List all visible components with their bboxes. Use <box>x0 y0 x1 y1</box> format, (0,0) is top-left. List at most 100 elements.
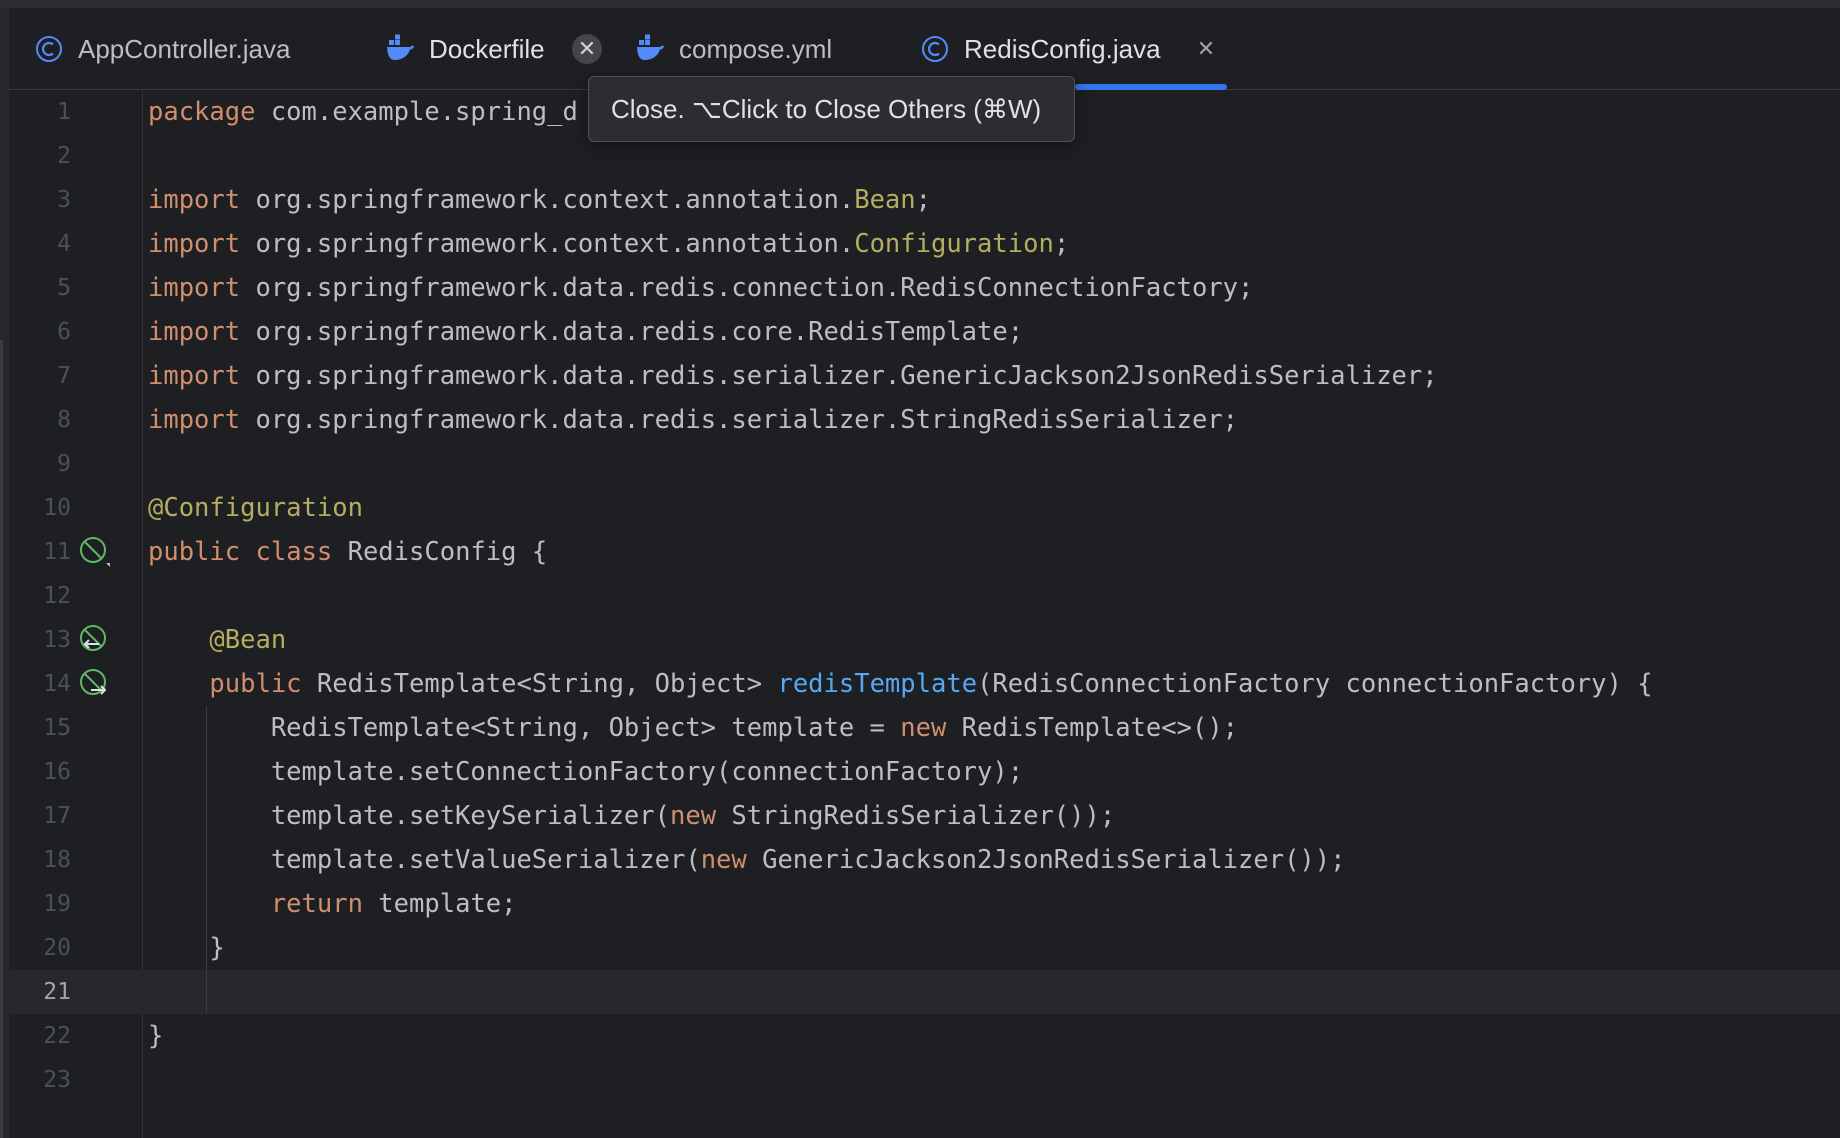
line-number: 1 <box>57 99 71 125</box>
code-line[interactable]: 10 @Configuration <box>9 486 1840 530</box>
code-line[interactable]: 14 public RedisTemplate<String, Object> … <box>9 662 1840 706</box>
spring-bean-left-icon[interactable] <box>79 624 113 658</box>
line-number: 5 <box>57 275 71 301</box>
code-token: new <box>669 801 717 831</box>
line-number: 13 <box>43 627 71 653</box>
code-token: template.setKeySerializer( <box>148 801 670 831</box>
code-line[interactable]: 19 return template; <box>9 882 1840 926</box>
code-text: public class RedisConfig { <box>148 530 547 574</box>
code-token: class <box>255 537 333 567</box>
tab-label: AppController.java <box>78 33 291 64</box>
line-number: 15 <box>43 715 71 741</box>
line-number: 8 <box>57 407 71 433</box>
code-line[interactable]: 17 template.setKeySerializer(new StringR… <box>9 794 1840 838</box>
java-class-icon <box>920 34 950 64</box>
line-number: 14 <box>43 671 71 697</box>
code-token: package <box>148 97 256 127</box>
tab-dockerfile[interactable]: Dockerfile ✕ <box>385 8 602 90</box>
code-token: import <box>148 229 241 259</box>
line-number: 7 <box>57 363 71 389</box>
code-line[interactable]: 5 import org.springframework.data.redis.c… <box>9 266 1840 310</box>
code-line[interactable]: 22} <box>9 1014 1840 1058</box>
line-number: 3 <box>57 187 71 213</box>
tab-label: Dockerfile <box>429 33 545 64</box>
code-line[interactable]: 6 import org.springframework.data.redis.c… <box>9 310 1840 354</box>
code-text: import org.springframework.data.redis.co… <box>148 266 1253 310</box>
code-token: template.setConnectionFactory(connection… <box>148 757 1024 787</box>
code-line[interactable]: 9 <box>9 442 1840 486</box>
close-tooltip: Close. ⌥Click to Close Others (⌘W) <box>588 76 1075 142</box>
code-token: RedisTemplate<>(); <box>946 713 1239 743</box>
code-token: org.springframework.context.annotation. <box>240 229 855 259</box>
close-tab-button[interactable]: ✕ <box>572 34 602 64</box>
java-class-icon <box>34 34 64 64</box>
code-text: template.setKeySerializer(new StringRedi… <box>148 794 1115 838</box>
code-line[interactable]: 13 @Bean <box>9 618 1840 662</box>
line-number: 22 <box>43 1023 71 1049</box>
code-text: template.setValueSerializer(new GenericJ… <box>148 838 1346 882</box>
code-token: StringRedisSerializer()); <box>716 801 1116 831</box>
code-token: org.springframework.data.redis.serialize… <box>240 405 1239 435</box>
code-line[interactable]: 4 import org.springframework.context.anno… <box>9 222 1840 266</box>
window-top-strip <box>0 0 1840 8</box>
code-token: Configuration <box>854 229 1054 259</box>
code-token: (RedisConnectionFactory connectionFactor… <box>977 669 1653 699</box>
spring-bean-right-icon[interactable] <box>79 668 113 702</box>
code-token: template.setValueSerializer( <box>148 845 701 875</box>
tab-label: RedisConfig.java <box>964 33 1161 64</box>
line-number: 20 <box>43 935 71 961</box>
code-line[interactable]: 15 RedisTemplate<String, Object> templat… <box>9 706 1840 750</box>
code-token: ; <box>915 185 931 215</box>
code-token: redisTemplate <box>777 669 978 699</box>
code-line[interactable]: 20 } <box>9 926 1840 970</box>
code-token: GenericJackson2JsonRedisSerializer()); <box>746 845 1346 875</box>
code-token: public <box>148 537 241 567</box>
line-number: 19 <box>43 891 71 917</box>
line-number: 16 <box>43 759 71 785</box>
code-text: } <box>148 926 225 970</box>
ide-window: AppController.java Dockerfile ✕ compose.… <box>0 0 1840 1138</box>
code-text: import org.springframework.context.annot… <box>148 222 1069 266</box>
code-token: template; <box>362 889 517 919</box>
code-line[interactable]: 11 public class RedisConfig { <box>9 530 1840 574</box>
line-number: 12 <box>43 583 71 609</box>
code-line[interactable]: 7 import org.springframework.data.redis.s… <box>9 354 1840 398</box>
line-number: 17 <box>43 803 71 829</box>
tab-appcontroller[interactable]: AppController.java <box>34 8 290 90</box>
code-token: ; <box>1053 229 1070 259</box>
code-token: org.springframework.data.redis.connectio… <box>240 273 1254 303</box>
left-tool-strip <box>0 8 9 1138</box>
code-token: new <box>700 845 747 875</box>
left-strip-marker <box>0 340 3 1138</box>
code-line[interactable]: 8 import org.springframework.data.redis.s… <box>9 398 1840 442</box>
code-text: RedisTemplate<String, Object> template =… <box>148 706 1238 750</box>
line-number: 18 <box>43 847 71 873</box>
code-token: RedisTemplate<String, Object> <box>301 669 778 699</box>
code-text: } <box>148 1014 163 1058</box>
code-line[interactable]: 18 template.setValueSerializer(new Gener… <box>9 838 1840 882</box>
code-line[interactable]: 16 template.setConnectionFactory(connect… <box>9 750 1840 794</box>
line-number: 9 <box>57 451 71 477</box>
code-token: return <box>270 889 363 919</box>
code-line[interactable]: 21 <box>9 970 1840 1014</box>
close-tab-button[interactable]: ✕ <box>1191 34 1221 64</box>
code-token: new <box>900 713 947 743</box>
code-token: @Bean <box>209 625 287 655</box>
line-number: 10 <box>43 495 71 521</box>
code-line[interactable]: 12 <box>9 574 1840 618</box>
code-token: } <box>148 933 225 963</box>
docker-icon <box>385 34 415 64</box>
code-text: template.setConnectionFactory(connection… <box>148 750 1023 794</box>
code-line[interactable]: 3 import org.springframework.context.anno… <box>9 178 1840 222</box>
code-token: import <box>148 317 241 347</box>
code-text: return template; <box>148 882 517 926</box>
spring-bean-icon[interactable] <box>79 536 113 570</box>
line-number: 6 <box>57 319 71 345</box>
code-editor[interactable]: 1 package com.example.spring_d 2 3 import or… <box>9 90 1840 1138</box>
line-number: 11 <box>43 539 71 565</box>
code-token: public <box>209 669 302 699</box>
code-token: org.springframework.data.redis.serialize… <box>240 361 1438 391</box>
code-line[interactable]: 23 <box>9 1058 1840 1102</box>
